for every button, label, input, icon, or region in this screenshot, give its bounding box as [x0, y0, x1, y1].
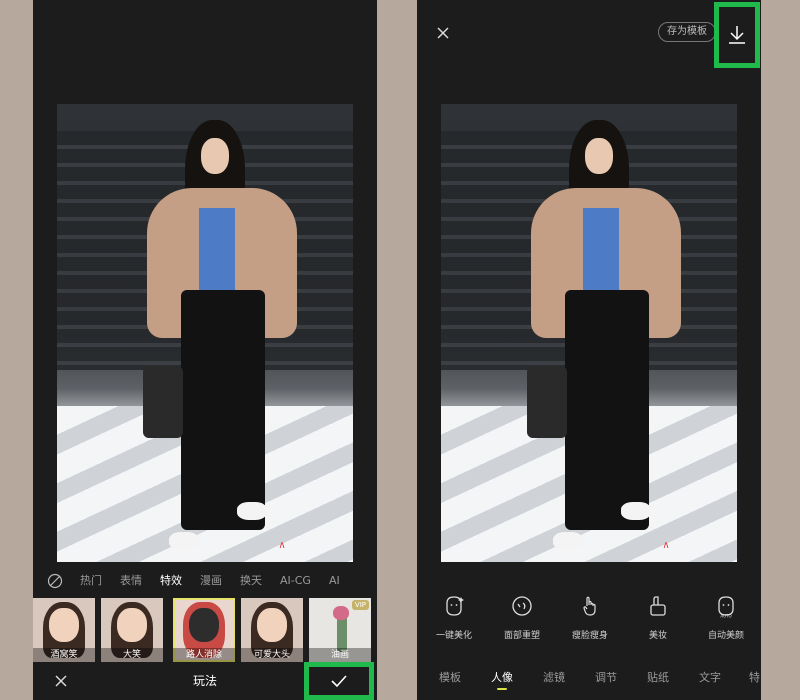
effect-thumbnail-face	[333, 606, 349, 620]
effect-remove-passerby[interactable]: 路人消除	[173, 598, 235, 662]
person-pants	[181, 290, 265, 530]
person-shirt	[583, 208, 619, 290]
person-face	[201, 138, 229, 174]
person-shoe	[621, 502, 651, 520]
effect-label: 路人消除	[173, 648, 235, 662]
person-bag	[143, 366, 183, 438]
no-effect-icon[interactable]	[47, 573, 63, 589]
tool-face-reshape[interactable]: 面部重塑	[487, 588, 557, 641]
tab-expression[interactable]: 表情	[111, 568, 151, 594]
tab-special-effects[interactable]: 特效	[151, 568, 191, 594]
category-tabs: 模板 人像 滤镜 调节 贴纸 文字 特	[417, 668, 761, 692]
vip-badge: VIP	[351, 600, 369, 610]
tool-label: 自动美颜	[707, 631, 744, 641]
person-shirt	[199, 208, 235, 290]
person-face	[585, 138, 613, 174]
tool-label: 瘦脸瘦身	[571, 631, 608, 641]
svg-text:AUTO: AUTO	[720, 614, 731, 619]
person-shoe	[553, 532, 583, 550]
effect-thumbnail-face	[117, 608, 147, 642]
effect-thumbnail-face	[49, 608, 79, 642]
right-screen: 存为模板 ∧ 一键美化 面部重塑 瘦脸瘦身 美妆 AUTO 自动美颜 模板 人像…	[417, 0, 761, 700]
watermark-icon: ∧	[662, 540, 670, 551]
person-shoe	[237, 502, 267, 520]
confirm-button[interactable]	[304, 662, 374, 700]
effect-thumbnail-face	[257, 608, 287, 642]
tab-text[interactable]: 文字	[699, 668, 721, 688]
person-shoe	[169, 532, 199, 550]
tab-special[interactable]: 特	[749, 668, 760, 688]
effect-big-laugh[interactable]: 大笑	[101, 598, 163, 662]
save-template-button[interactable]: 存为模板	[658, 22, 716, 42]
left-screen: ∧ 热门 表情 特效 漫画 换天 AI-CG AI 酒窝笑 大笑 路人消除 可爱…	[33, 0, 377, 700]
effect-label: 大笑	[101, 648, 163, 662]
tab-ai-cg[interactable]: AI-CG	[271, 568, 320, 594]
effect-thumbnails: 酒窝笑 大笑 路人消除 可爱大头 VIP 油画	[33, 598, 377, 662]
effect-dimple-smile[interactable]: 酒窝笑	[33, 598, 95, 662]
portrait-tools: 一键美化 面部重塑 瘦脸瘦身 美妆 AUTO 自动美颜	[417, 588, 761, 648]
face-reshape-icon	[512, 596, 532, 616]
tab-template[interactable]: 模板	[439, 668, 461, 688]
effect-label: 油画	[309, 648, 371, 662]
tab-stickers[interactable]: 贴纸	[647, 668, 669, 688]
download-icon	[729, 26, 745, 44]
tab-comic[interactable]: 漫画	[191, 568, 231, 594]
bottom-bar: 玩法	[33, 662, 377, 700]
tool-label: 一键美化	[435, 631, 472, 641]
hand-slim-icon	[583, 596, 596, 616]
auto-beauty-icon: AUTO	[718, 596, 734, 619]
person-bag	[527, 366, 567, 438]
tool-auto-beauty[interactable]: AUTO 自动美颜	[691, 588, 761, 641]
photo-preview: ∧	[57, 104, 353, 562]
tool-label: 面部重塑	[503, 631, 540, 641]
effect-thumbnail-face	[189, 608, 219, 642]
close-icon[interactable]	[435, 25, 451, 41]
effect-oil-painting[interactable]: VIP 油画	[309, 598, 371, 662]
face-sparkle-icon	[446, 596, 464, 616]
watermark-icon: ∧	[278, 540, 286, 551]
tool-one-click-beautify[interactable]: 一键美化	[419, 588, 489, 641]
download-button[interactable]	[714, 2, 760, 68]
tab-portrait[interactable]: 人像	[491, 668, 513, 690]
effect-label: 酒窝笑	[33, 648, 95, 662]
effect-tabs: 热门 表情 特效 漫画 换天 AI-CG AI	[33, 568, 377, 594]
tool-label: 美妆	[648, 631, 667, 641]
photo-preview: ∧	[441, 104, 737, 562]
tool-makeup[interactable]: 美妆	[623, 588, 693, 641]
tab-filter[interactable]: 滤镜	[543, 668, 565, 688]
effect-label: 可爱大头	[241, 648, 303, 662]
tab-change-sky[interactable]: 换天	[231, 568, 271, 594]
effect-cute-big-head[interactable]: 可爱大头	[241, 598, 303, 662]
tab-hot[interactable]: 热门	[71, 568, 111, 594]
tab-ai[interactable]: AI	[320, 568, 349, 594]
tool-slim-face-body[interactable]: 瘦脸瘦身	[555, 588, 625, 641]
tab-adjust[interactable]: 调节	[595, 668, 617, 688]
makeup-icon	[650, 596, 666, 616]
check-icon	[331, 675, 347, 688]
person-pants	[565, 290, 649, 530]
